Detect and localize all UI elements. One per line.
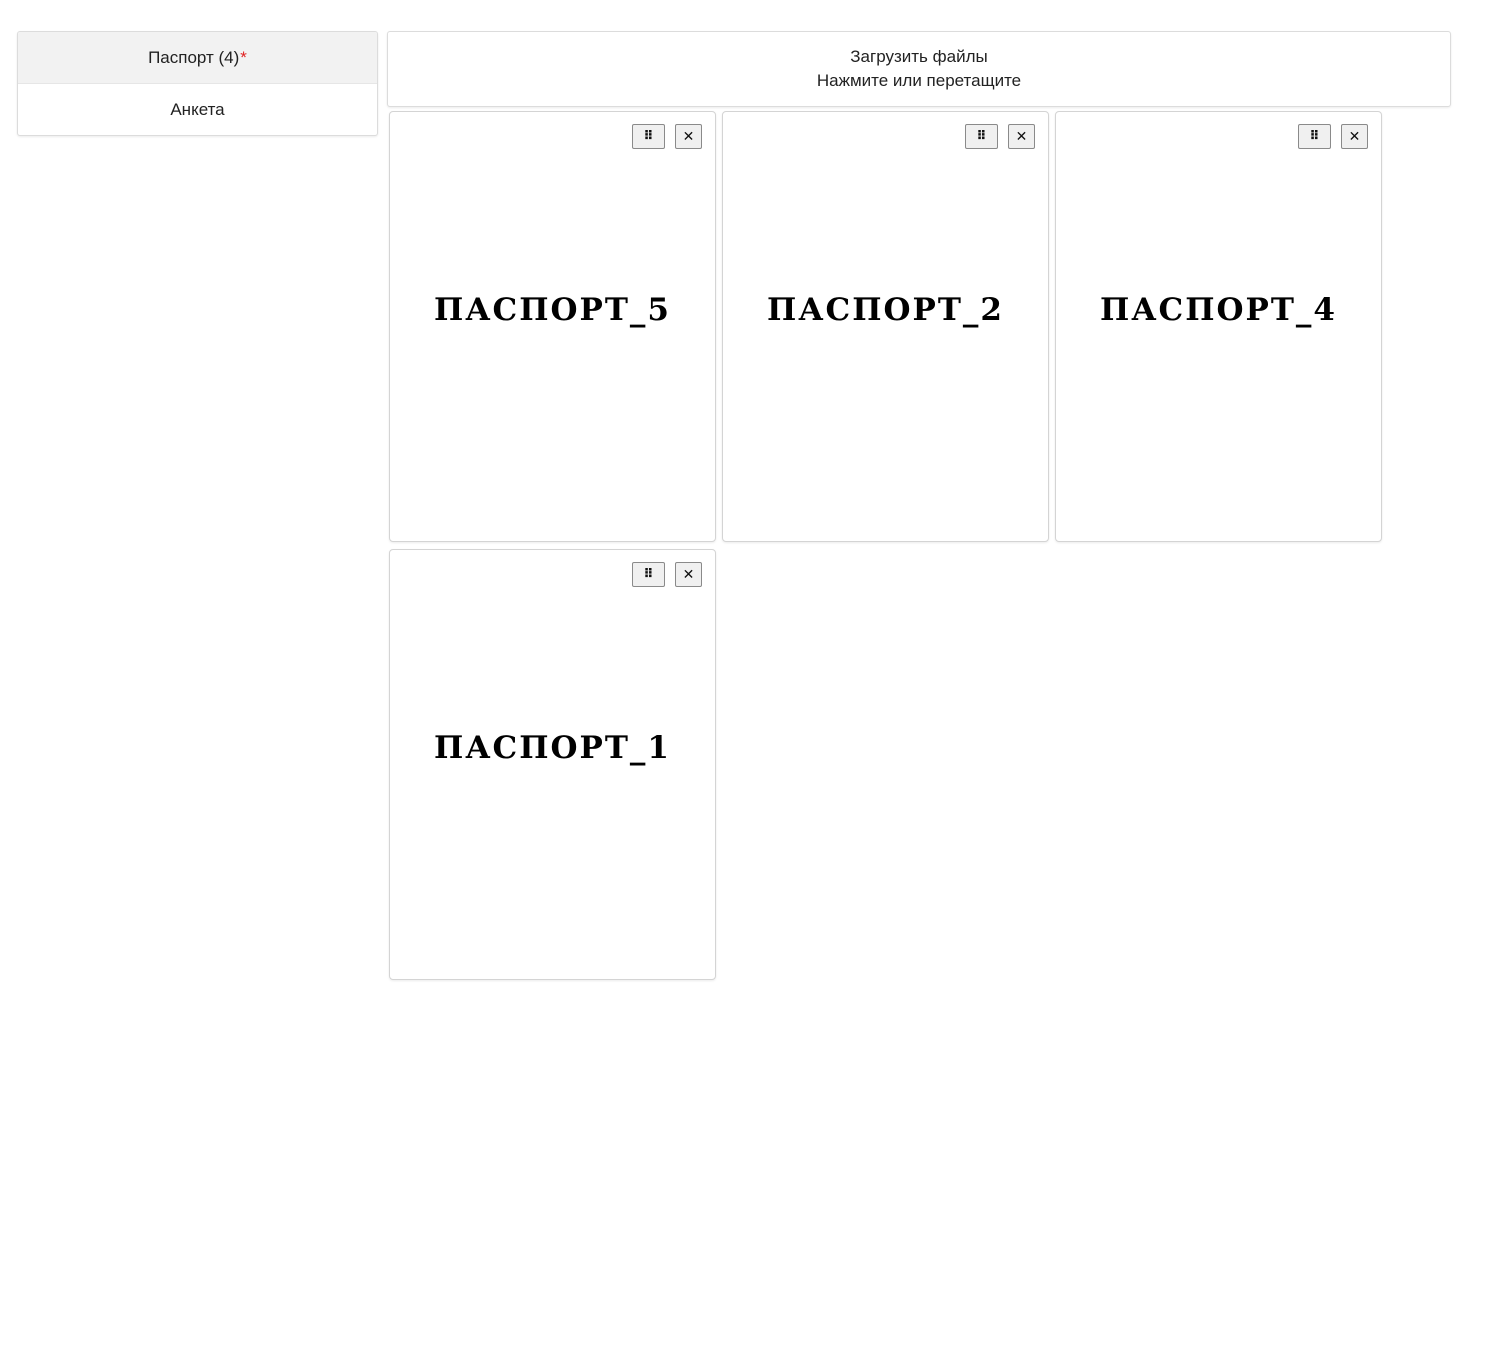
sidebar-item-questionnaire[interactable]: Анкета (18, 84, 377, 135)
sidebar-item-passport[interactable]: Паспорт (4) * (18, 32, 377, 84)
document-card[interactable]: ⠿ ✕ ПАСПОРТ_2 (722, 111, 1049, 542)
sidebar-item-label: Анкета (170, 99, 225, 119)
close-icon[interactable]: ✕ (675, 562, 702, 587)
close-icon[interactable]: ✕ (1341, 124, 1368, 149)
drag-handle-icon[interactable]: ⠿ (632, 124, 665, 149)
document-preview-label: ПАСПОРТ_5 (434, 292, 671, 328)
document-card[interactable]: ⠿ ✕ ПАСПОРТ_4 (1055, 111, 1382, 542)
required-marker: * (240, 47, 247, 67)
document-preview-label: ПАСПОРТ_1 (434, 730, 671, 766)
document-type-sidebar: Паспорт (4) * Анкета (17, 31, 378, 136)
document-preview-label: ПАСПОРТ_4 (1100, 292, 1337, 328)
document-card[interactable]: ⠿ ✕ ПАСПОРТ_1 (389, 549, 716, 980)
upload-hint: Нажмите или перетащите (816, 71, 1022, 90)
drag-handle-icon[interactable]: ⠿ (632, 562, 665, 587)
upload-dropzone[interactable]: Загрузить файлы Нажмите или перетащите (387, 31, 1451, 107)
sidebar-item-label: Паспорт (4) (148, 47, 240, 67)
close-icon[interactable]: ✕ (1008, 124, 1035, 149)
upload-title: Загрузить файлы (850, 47, 988, 66)
drag-handle-icon[interactable]: ⠿ (965, 124, 998, 149)
document-card[interactable]: ⠿ ✕ ПАСПОРТ_5 (389, 111, 716, 542)
close-icon[interactable]: ✕ (675, 124, 702, 149)
document-preview-label: ПАСПОРТ_2 (767, 292, 1004, 328)
drag-handle-icon[interactable]: ⠿ (1298, 124, 1331, 149)
